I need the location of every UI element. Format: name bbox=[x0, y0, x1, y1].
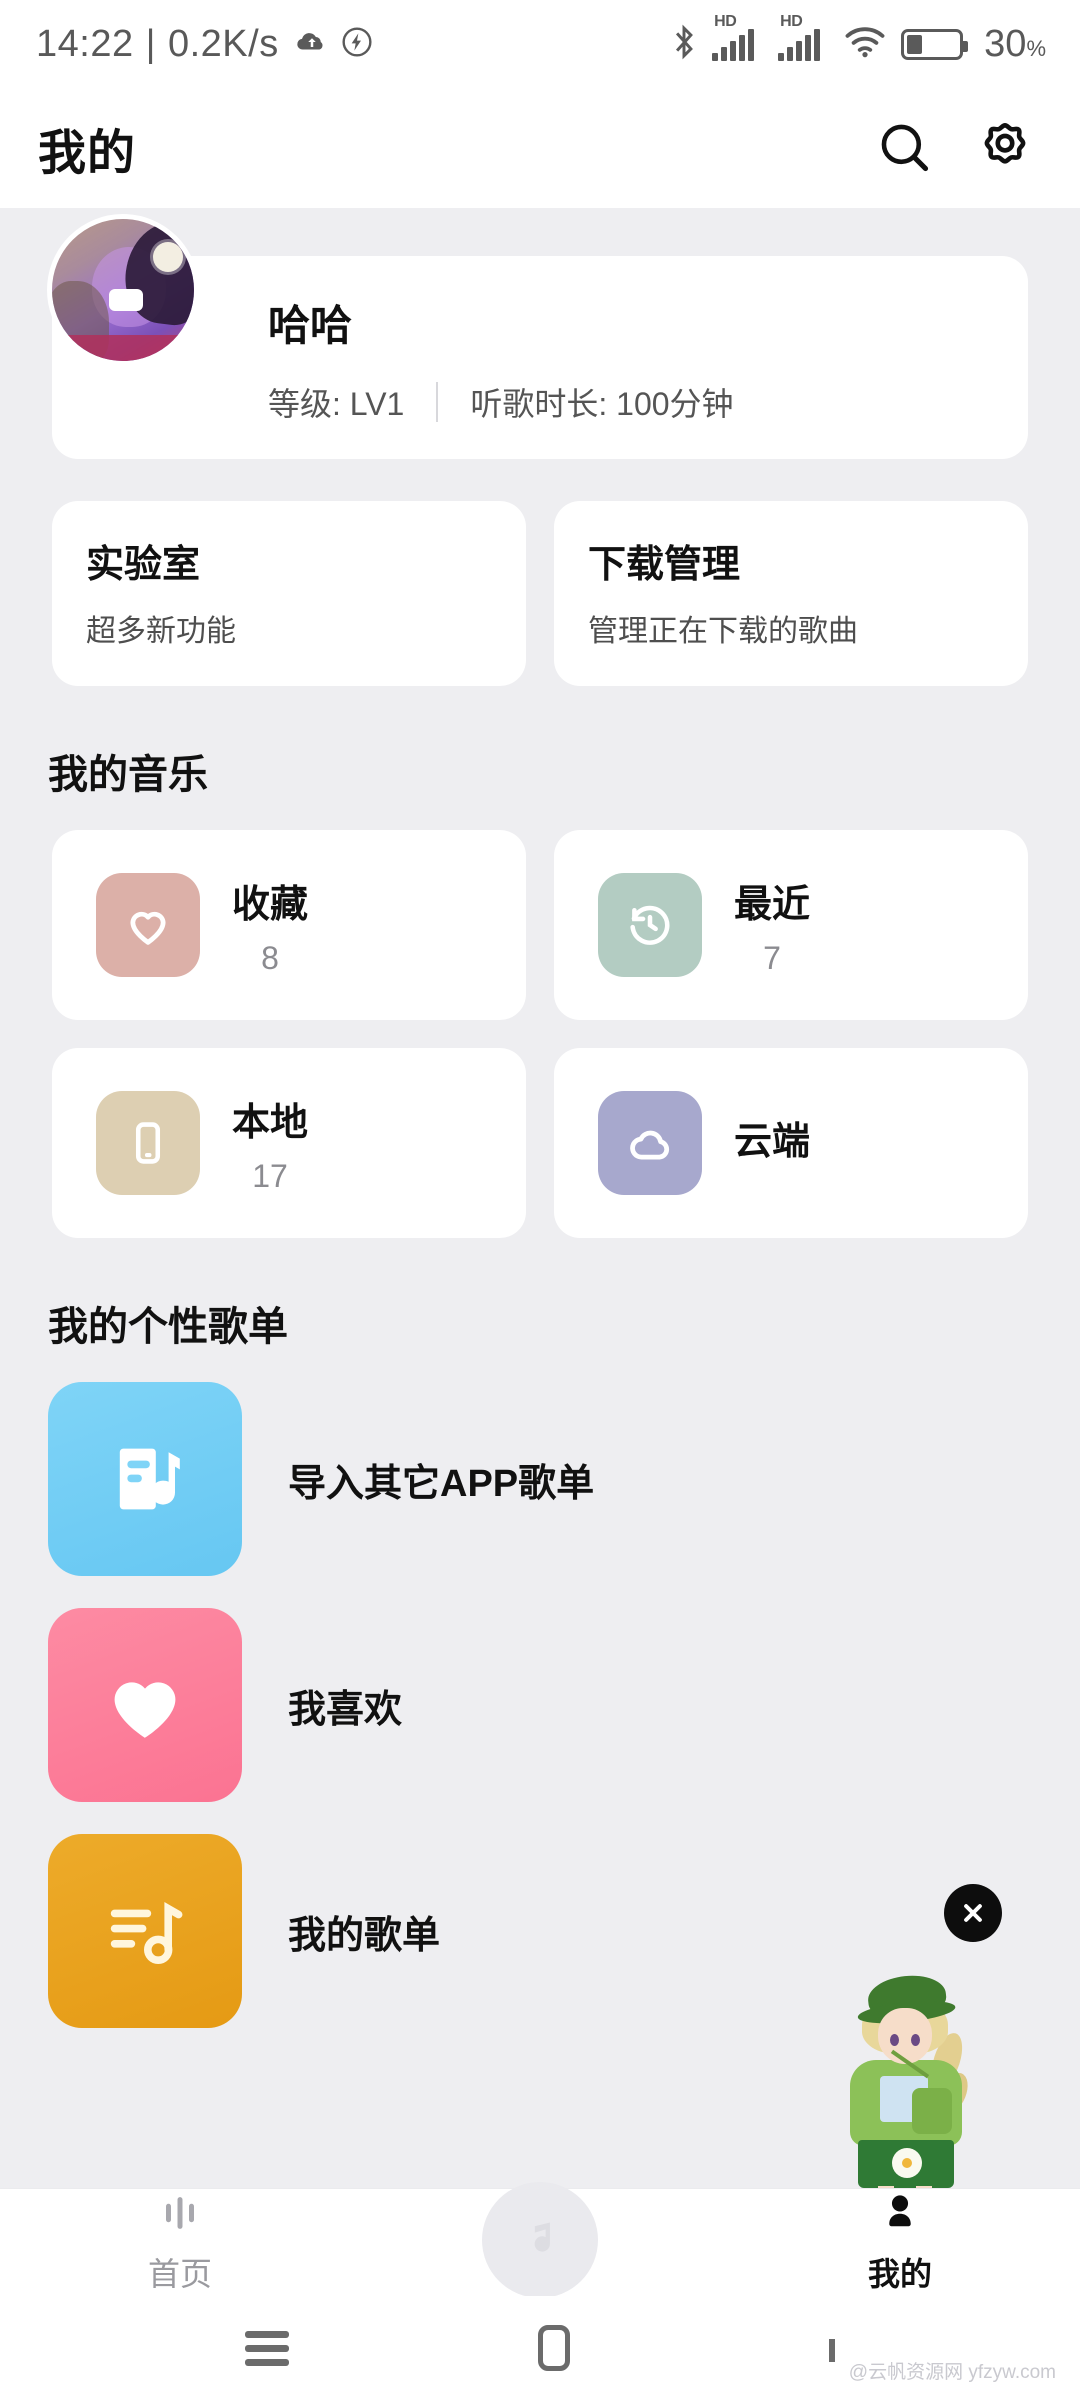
scroll-content[interactable]: 哈哈 等级: LV1 听歌时长: 100分钟 实验室 超多新功能 下载管理 管理… bbox=[0, 208, 1080, 2188]
feature-card-download[interactable]: 下载管理 管理正在下载的歌曲 bbox=[554, 501, 1028, 686]
profile-listen-time: 听歌时长: 100分钟 bbox=[470, 386, 734, 422]
playlist-label: 导入其它APP歌单 bbox=[288, 1462, 595, 1505]
floating-character-widget[interactable] bbox=[816, 1884, 1002, 2188]
feature-title: 下载管理 bbox=[588, 544, 741, 586]
music-card-title: 收藏 bbox=[232, 884, 309, 926]
music-card-text: 收藏 8 bbox=[232, 873, 308, 977]
status-bar-left: 14:22 | 0.2K/s bbox=[36, 23, 373, 66]
gear-icon[interactable] bbox=[974, 117, 1036, 179]
heart-outline-icon bbox=[96, 873, 200, 977]
header-actions bbox=[874, 117, 1036, 179]
bottom-tabbar: 首页 我的 bbox=[0, 2181, 1080, 2298]
feature-subtitle: 管理正在下载的歌曲 bbox=[588, 615, 858, 648]
status-separator: | bbox=[145, 22, 156, 65]
music-card-local[interactable]: 本地 17 bbox=[52, 1048, 526, 1238]
flash-charge-icon bbox=[341, 26, 373, 63]
feature-row: 实验室 超多新功能 下载管理 管理正在下载的歌曲 bbox=[52, 501, 1028, 686]
equalizer-icon bbox=[157, 2190, 203, 2241]
music-card-recent[interactable]: 最近 7 bbox=[554, 830, 1028, 1020]
profile-meta: 等级: LV1 听歌时长: 100分钟 bbox=[268, 379, 988, 425]
profile-name: 哈哈 bbox=[268, 302, 353, 349]
music-card-text: 云端 bbox=[734, 1110, 810, 1177]
menu-icon[interactable] bbox=[244, 2324, 289, 2373]
search-icon[interactable] bbox=[874, 117, 936, 179]
playlist-label: 我的歌单 bbox=[288, 1914, 441, 1957]
watermark: @云帆资源网 yfzyw.com bbox=[848, 2362, 1056, 2383]
avatar[interactable] bbox=[47, 214, 199, 366]
list-item-i-like[interactable]: 我喜欢 bbox=[48, 1608, 1032, 1802]
close-icon[interactable] bbox=[944, 1884, 1002, 1942]
android-navigation-bar bbox=[0, 2296, 1080, 2400]
phone-icon bbox=[96, 1091, 200, 1195]
hd-label-1: HD bbox=[714, 13, 737, 30]
hd-signal-icon-2: HD bbox=[778, 13, 829, 61]
hd-signal-icon: HD bbox=[712, 13, 763, 61]
status-time: 14:22 bbox=[36, 22, 134, 65]
music-card-text: 本地 17 bbox=[232, 1091, 308, 1195]
music-card-count: 17 bbox=[252, 1158, 288, 1194]
network-speed: 0.2K/s bbox=[167, 22, 279, 65]
profile-level: 等级: LV1 bbox=[268, 386, 405, 422]
music-card-cloud[interactable]: 云端 bbox=[554, 1048, 1028, 1238]
section-title-playlists: 我的个性歌单 bbox=[48, 1305, 288, 1349]
playlist-label: 我喜欢 bbox=[288, 1688, 403, 1731]
tab-player[interactable] bbox=[360, 2181, 720, 2298]
tab-home[interactable]: 首页 bbox=[0, 2190, 360, 2295]
person-icon bbox=[877, 2190, 923, 2241]
status-bar-right: HD HD 30% bbox=[671, 13, 1046, 66]
list-item-import-playlist[interactable]: 导入其它APP歌单 bbox=[48, 1382, 1032, 1576]
music-card-count: 7 bbox=[763, 940, 781, 976]
heart-filled-icon bbox=[48, 1608, 242, 1802]
battery-percent: 30% bbox=[984, 22, 1046, 65]
clock-history-icon bbox=[598, 873, 702, 977]
feature-title: 实验室 bbox=[86, 544, 201, 586]
avatar-character-image bbox=[816, 1972, 996, 2188]
music-note-icon bbox=[482, 2181, 598, 2298]
page-title: 我的 bbox=[38, 127, 137, 180]
music-card-title: 云端 bbox=[734, 1120, 811, 1163]
my-music-grid: 收藏 8 最近 7 本地 17 云端 bbox=[52, 830, 1028, 1238]
music-card-favorites[interactable]: 收藏 8 bbox=[52, 830, 526, 1020]
music-card-title: 本地 bbox=[232, 1102, 309, 1144]
cloud-icon bbox=[598, 1091, 702, 1195]
import-playlist-icon bbox=[48, 1382, 242, 1576]
bluetooth-icon bbox=[671, 23, 697, 66]
music-card-text: 最近 7 bbox=[734, 873, 810, 977]
playlist-list: 导入其它APP歌单 我喜欢 我的歌单 bbox=[48, 1382, 1032, 2028]
tab-label: 我的 bbox=[867, 2256, 932, 2292]
battery-icon bbox=[901, 28, 969, 60]
playlist-music-icon bbox=[48, 1834, 242, 2028]
music-card-title: 最近 bbox=[734, 884, 811, 926]
page-header: 我的 bbox=[0, 88, 1080, 208]
hd-label-2: HD bbox=[780, 13, 803, 30]
feature-subtitle: 超多新功能 bbox=[86, 615, 236, 648]
profile-card[interactable]: 哈哈 等级: LV1 听歌时长: 100分钟 bbox=[47, 214, 1028, 459]
wifi-icon bbox=[844, 26, 886, 63]
back-icon[interactable] bbox=[819, 2339, 836, 2362]
section-title-my-music: 我的音乐 bbox=[48, 753, 208, 797]
home-icon[interactable] bbox=[537, 2325, 570, 2371]
tab-mine[interactable]: 我的 bbox=[720, 2190, 1080, 2295]
status-bar: 14:22 | 0.2K/s HD HD 30% bbox=[0, 0, 1080, 88]
music-card-count: 8 bbox=[261, 940, 279, 976]
feature-card-lab[interactable]: 实验室 超多新功能 bbox=[52, 501, 526, 686]
meta-divider bbox=[436, 382, 439, 422]
tab-label: 首页 bbox=[147, 2256, 212, 2292]
cloud-upload-icon bbox=[295, 27, 329, 62]
